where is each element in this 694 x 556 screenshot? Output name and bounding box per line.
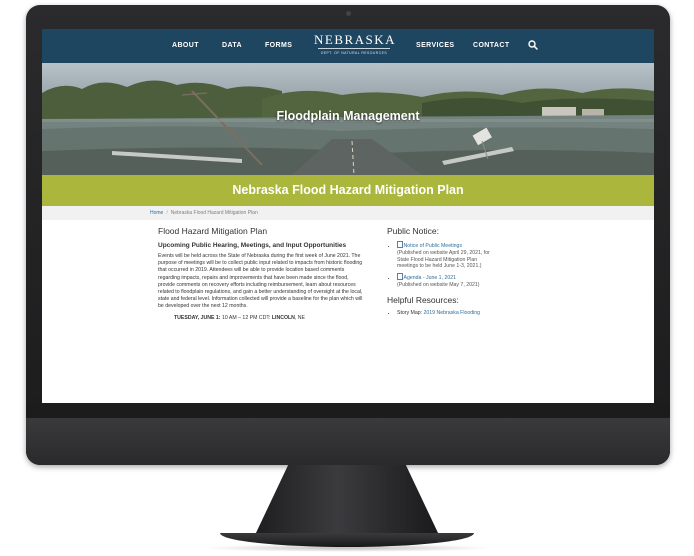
notice-note: (Published on website May 7, 2021) xyxy=(397,281,480,288)
logo-subtitle: DEPT. OF NATURAL RESOURCES xyxy=(320,51,388,55)
nav-data[interactable]: DATA xyxy=(222,29,242,63)
main-content: Flood Hazard Mitigation Plan Upcoming Pu… xyxy=(158,226,364,322)
hero-image: Floodplain Management xyxy=(42,63,654,175)
browser-screen: ABOUT DATA FORMS NEBRASKA DEPT. OF NATUR… xyxy=(42,29,654,403)
notice-list: Notice of Public Meetings (Published on … xyxy=(387,241,497,289)
search-icon[interactable] xyxy=(528,40,538,50)
sidebar: Public Notice: Notice of Public Meetings… xyxy=(387,226,497,323)
list-item: Notice of Public Meetings (Published on … xyxy=(397,241,497,270)
resources-list: Story Map: 2019 Nebraska Flooding xyxy=(387,310,497,317)
event-state: , NE xyxy=(294,314,305,321)
breadcrumb-bar: Home / Nebraska Flood Hazard Mitigation Pl… xyxy=(42,206,654,220)
helpful-resources-heading: Helpful Resources: xyxy=(387,294,459,305)
event-time: 10 AM – 12 PM CDT: xyxy=(220,314,272,321)
document-icon xyxy=(397,241,403,248)
banner-title: Nebraska Flood Hazard Mitigation Plan xyxy=(232,183,464,197)
resource-prefix: Story Map: xyxy=(397,309,424,316)
notice-note: (Published on website April 29, 2021, fo… xyxy=(397,249,490,270)
section-subheading: Upcoming Public Hearing, Meetings, and I… xyxy=(158,242,347,249)
logo-divider xyxy=(318,48,390,49)
top-nav: ABOUT DATA FORMS NEBRASKA DEPT. OF NATUR… xyxy=(42,29,654,63)
camera-dot xyxy=(346,11,351,16)
nav-forms[interactable]: FORMS xyxy=(265,29,292,63)
notice-link-agenda[interactable]: Agenda - June 1, 2021 xyxy=(404,275,457,281)
notice-link-public-meetings[interactable]: Notice of Public Meetings xyxy=(404,243,463,249)
event-day: TUESDAY, JUNE 1: xyxy=(174,314,221,321)
nav-about[interactable]: ABOUT xyxy=(172,29,199,63)
breadcrumb-separator: / xyxy=(166,210,168,216)
hero-title: Floodplain Management xyxy=(276,109,420,123)
breadcrumb: Home / Nebraska Flood Hazard Mitigation Pl… xyxy=(150,206,258,220)
page-banner: Nebraska Flood Hazard Mitigation Plan xyxy=(42,175,654,206)
screen-bottom-bezel xyxy=(26,403,670,418)
event-paragraph: Events will be held across the State of … xyxy=(158,253,363,310)
breadcrumb-home[interactable]: Home xyxy=(150,210,163,216)
resource-link-story-map[interactable]: 2019 Nebraska Flooding xyxy=(424,310,481,316)
event-line: TUESDAY, JUNE 1: 10 AM – 12 PM CDT: LINC… xyxy=(158,315,364,322)
nav-contact[interactable]: CONTACT xyxy=(473,29,510,63)
monitor-chin-cover xyxy=(26,418,670,465)
event-place: LINCOLN xyxy=(271,314,295,321)
logo-text: NEBRASKA xyxy=(314,32,397,47)
public-notice-heading: Public Notice: xyxy=(387,226,439,236)
list-item: Story Map: 2019 Nebraska Flooding xyxy=(397,310,497,317)
monitor-stand xyxy=(255,465,439,535)
nav-services[interactable]: SERVICES xyxy=(416,29,454,63)
list-item: Agenda - June 1, 2021 (Published on webs… xyxy=(397,273,497,289)
main-heading: Flood Hazard Mitigation Plan xyxy=(158,226,268,236)
nebraska-logo[interactable]: NEBRASKA DEPT. OF NATURAL RESOURCES xyxy=(314,32,397,59)
base-shadow xyxy=(200,544,494,552)
breadcrumb-current: Nebraska Flood Hazard Mitigation Plan xyxy=(170,210,258,216)
document-icon xyxy=(397,273,403,280)
